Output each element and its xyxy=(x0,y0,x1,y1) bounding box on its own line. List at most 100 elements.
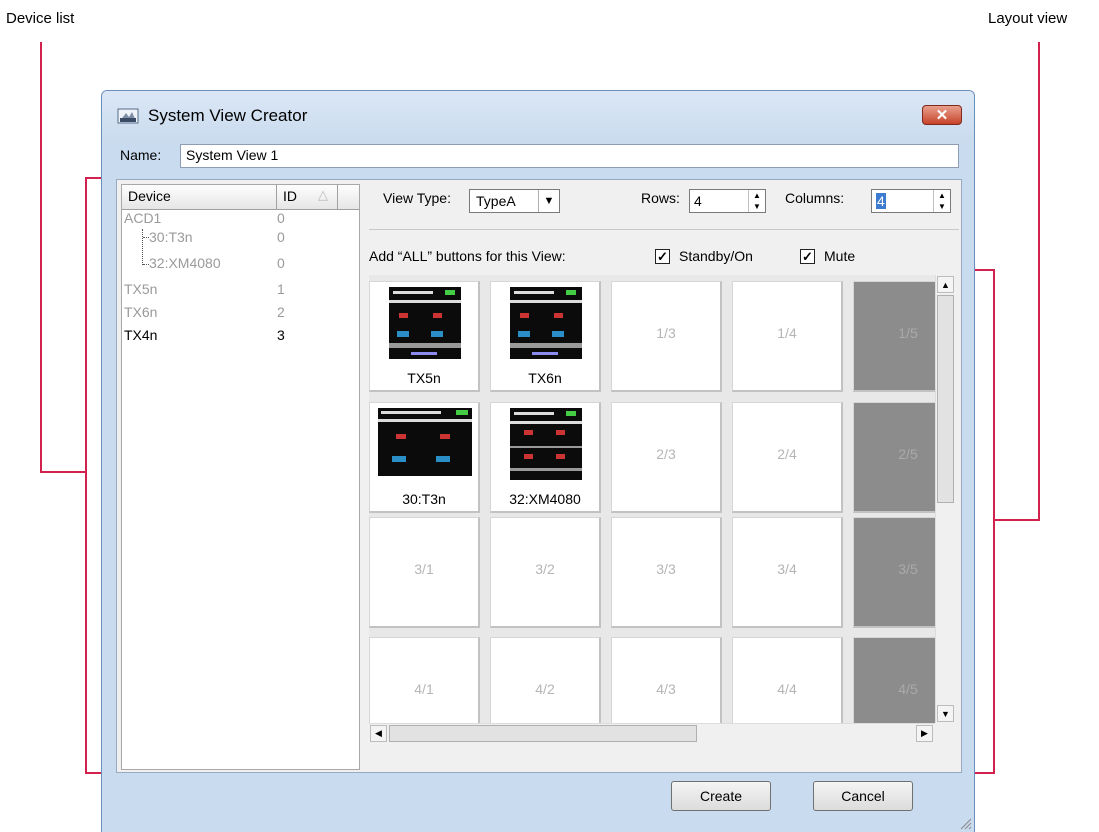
name-input[interactable]: System View 1 xyxy=(180,144,959,168)
resize-grip-icon[interactable] xyxy=(958,816,972,830)
layout-view-callout-line xyxy=(993,519,1040,521)
cell-position-label: 3/3 xyxy=(656,561,676,577)
device-thumbnail xyxy=(510,408,582,480)
layout-cell-2-1[interactable]: 30:T3n xyxy=(369,402,480,513)
window-title: System View Creator xyxy=(148,106,308,125)
vertical-scroll-thumb[interactable] xyxy=(937,295,954,503)
layout-cell-4-3[interactable]: 4/3 xyxy=(611,637,722,723)
layout-cell-1-2[interactable]: TX6n xyxy=(490,281,601,392)
layout-cell-4-1[interactable]: 4/1 xyxy=(369,637,480,723)
layout-view[interactable]: TX5n TX6n 1/3 1/4 1/5 30:T3n 32:XM4080 2… xyxy=(369,275,935,723)
list-item[interactable]: TX5n 1 xyxy=(122,281,359,299)
list-item[interactable]: TX6n 2 xyxy=(122,304,359,322)
device-list[interactable]: Device ID △ ACD1 0 30:T3n 0 32:XM4080 0 … xyxy=(121,184,360,770)
cell-position-label: 1/3 xyxy=(656,325,676,341)
name-label: Name: xyxy=(120,147,162,163)
vertical-scrollbar[interactable]: ▲ ▼ xyxy=(935,275,955,723)
list-item[interactable]: 32:XM4080 0 xyxy=(122,255,359,273)
device-thumbnail xyxy=(389,287,461,359)
layout-cell-3-1[interactable]: 3/1 xyxy=(369,517,480,628)
layout-cell-4-4[interactable]: 4/4 xyxy=(732,637,843,723)
cell-position-label: 4/3 xyxy=(656,681,676,697)
divider xyxy=(369,229,959,230)
view-type-select[interactable]: TypeA ▼ xyxy=(469,189,560,213)
layout-cell-3-4[interactable]: 3/4 xyxy=(732,517,843,628)
cell-device-name: TX5n xyxy=(407,370,441,386)
sort-ascending-icon: △ xyxy=(318,187,328,202)
layout-cell-2-5: 2/5 xyxy=(853,402,935,513)
column-header-id[interactable]: ID xyxy=(278,185,338,209)
device-list-callout-line xyxy=(40,471,86,473)
columns-stepper[interactable]: 4 ▲ ▼ xyxy=(871,189,951,213)
cancel-button[interactable]: Cancel xyxy=(813,781,913,811)
rows-value: 4 xyxy=(694,193,702,209)
spin-arrows-icon[interactable]: ▲ ▼ xyxy=(933,190,950,212)
layout-cell-4-5: 4/5 xyxy=(853,637,935,723)
columns-label: Columns: xyxy=(785,190,845,206)
column-header-device[interactable]: Device xyxy=(122,185,277,209)
view-type-label: View Type: xyxy=(383,190,451,206)
mute-label: Mute xyxy=(824,248,856,264)
system-view-creator-dialog: System View Creator ✕ Name: System View … xyxy=(101,90,975,832)
cell-device-name: 32:XM4080 xyxy=(509,491,581,507)
cell-device-name: 30:T3n xyxy=(402,491,446,507)
cell-position-label: 3/2 xyxy=(535,561,555,577)
chevron-down-icon[interactable]: ▼ xyxy=(538,190,559,212)
cell-position-label: 3/5 xyxy=(898,561,918,577)
cell-device-name: TX6n xyxy=(528,370,562,386)
cell-position-label: 4/2 xyxy=(535,681,555,697)
device-thumbnail xyxy=(510,287,582,359)
create-button[interactable]: Create xyxy=(671,781,771,811)
cell-position-label: 4/1 xyxy=(414,681,434,697)
scroll-up-icon[interactable]: ▲ xyxy=(937,276,954,293)
scroll-left-icon[interactable]: ◀ xyxy=(370,725,387,742)
horizontal-scrollbar[interactable]: ◀ ▶ xyxy=(369,723,935,743)
cell-position-label: 2/5 xyxy=(898,446,918,462)
cell-position-label: 1/5 xyxy=(898,325,918,341)
layout-cell-4-2[interactable]: 4/2 xyxy=(490,637,601,723)
horizontal-scroll-thumb[interactable] xyxy=(389,725,697,742)
layout-cell-1-3[interactable]: 1/3 xyxy=(611,281,722,392)
mute-checkbox[interactable]: ✓ xyxy=(800,249,815,264)
device-thumbnail xyxy=(378,408,472,476)
cell-position-label: 1/4 xyxy=(777,325,797,341)
layout-cell-1-1[interactable]: TX5n xyxy=(369,281,480,392)
layout-view-callout-line xyxy=(1038,42,1040,521)
all-buttons-label: Add “ALL” buttons for this View: xyxy=(369,248,566,264)
close-button[interactable]: ✕ xyxy=(922,105,962,125)
main-panel: Device ID △ ACD1 0 30:T3n 0 32:XM4080 0 … xyxy=(116,179,962,773)
view-type-value: TypeA xyxy=(476,193,516,209)
title-bar: System View Creator ✕ xyxy=(102,91,974,143)
list-item[interactable]: 30:T3n 0 xyxy=(122,229,359,247)
layout-cell-2-4[interactable]: 2/4 xyxy=(732,402,843,513)
cell-position-label: 2/4 xyxy=(777,446,797,462)
columns-value: 4 xyxy=(876,193,886,209)
layout-cell-3-3[interactable]: 3/3 xyxy=(611,517,722,628)
layout-cell-3-2[interactable]: 3/2 xyxy=(490,517,601,628)
scroll-down-icon[interactable]: ▼ xyxy=(937,705,954,722)
device-list-callout-bracket xyxy=(85,177,87,774)
layout-cell-2-3[interactable]: 2/3 xyxy=(611,402,722,513)
rows-stepper[interactable]: 4 ▲ ▼ xyxy=(689,189,766,213)
standby-label: Standby/On xyxy=(679,248,753,264)
cell-position-label: 3/4 xyxy=(777,561,797,577)
spin-arrows-icon[interactable]: ▲ ▼ xyxy=(748,190,765,212)
rows-label: Rows: xyxy=(641,190,680,206)
layout-view-callout-bracket xyxy=(993,269,995,774)
list-item[interactable]: TX4n 3 xyxy=(122,327,359,345)
device-list-callout: Device list xyxy=(6,10,75,27)
standby-checkbox[interactable]: ✓ xyxy=(655,249,670,264)
cell-position-label: 2/3 xyxy=(656,446,676,462)
list-item[interactable]: ACD1 0 xyxy=(122,210,359,228)
app-icon xyxy=(117,108,139,124)
cell-position-label: 4/5 xyxy=(898,681,918,697)
cell-position-label: 3/1 xyxy=(414,561,434,577)
layout-cell-1-4[interactable]: 1/4 xyxy=(732,281,843,392)
device-list-header: Device ID △ xyxy=(122,185,359,210)
scroll-right-icon[interactable]: ▶ xyxy=(916,725,933,742)
cell-position-label: 4/4 xyxy=(777,681,797,697)
layout-view-callout: Layout view xyxy=(988,10,1068,27)
layout-cell-3-5: 3/5 xyxy=(853,517,935,628)
layout-cell-1-5: 1/5 xyxy=(853,281,935,392)
layout-cell-2-2[interactable]: 32:XM4080 xyxy=(490,402,601,513)
